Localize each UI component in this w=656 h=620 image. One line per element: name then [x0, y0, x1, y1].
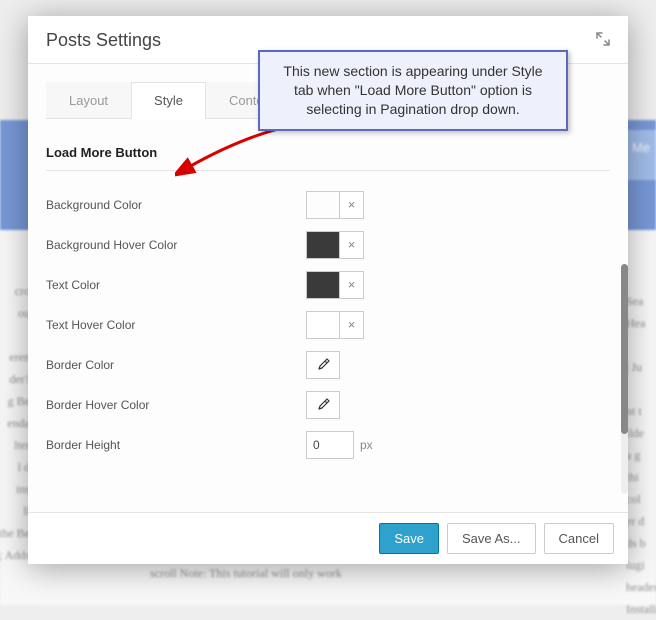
bg-text-mid: scroll Note: This tutorial will only wor…	[150, 562, 550, 584]
bg-text-right: Sea Hea | Ju nt t ilde a g thi col er d …	[626, 290, 656, 620]
tab-layout[interactable]: Layout	[46, 82, 131, 118]
save-button[interactable]: Save	[379, 523, 439, 554]
bg-accent: Me	[626, 130, 656, 180]
scrollbar-thumb[interactable]	[621, 264, 628, 434]
section-heading: Load More Button	[46, 145, 610, 171]
label-text-hover: Text Hover Color	[46, 318, 306, 332]
tabs: Layout Style Conte	[46, 82, 287, 119]
eyedropper-icon	[316, 398, 330, 412]
annotation-callout: This new section is appearing under Styl…	[258, 50, 568, 131]
picker-border-color[interactable]	[306, 351, 340, 379]
clear-bg-hover[interactable]: ×	[340, 231, 364, 259]
label-border-height: Border Height	[46, 438, 306, 452]
label-text-color: Text Color	[46, 278, 306, 292]
swatch-text-hover[interactable]	[306, 311, 340, 339]
clear-text-color[interactable]: ×	[340, 271, 364, 299]
cancel-button[interactable]: Cancel	[544, 523, 614, 554]
label-bg-hover: Background Hover Color	[46, 238, 306, 252]
save-as-button[interactable]: Save As...	[447, 523, 536, 554]
label-border-hover: Border Hover Color	[46, 398, 306, 412]
tab-style[interactable]: Style	[131, 82, 206, 119]
label-border-color: Border Color	[46, 358, 306, 372]
swatch-bg-hover[interactable]	[306, 231, 340, 259]
modal-title: Posts Settings	[46, 30, 161, 51]
expand-icon[interactable]	[596, 32, 610, 49]
swatch-bg-color[interactable]	[306, 191, 340, 219]
swatch-text-color[interactable]	[306, 271, 340, 299]
clear-bg-color[interactable]: ×	[340, 191, 364, 219]
scrollbar[interactable]	[621, 264, 628, 494]
eyedropper-icon	[316, 358, 330, 372]
clear-text-hover[interactable]: ×	[340, 311, 364, 339]
unit-border-height: px	[360, 438, 373, 452]
bg-text-left: cro ou eren der? g Be enda lter l d ins …	[0, 280, 30, 566]
picker-border-hover[interactable]	[306, 391, 340, 419]
label-bg-color: Background Color	[46, 198, 306, 212]
input-border-height[interactable]	[306, 431, 354, 459]
